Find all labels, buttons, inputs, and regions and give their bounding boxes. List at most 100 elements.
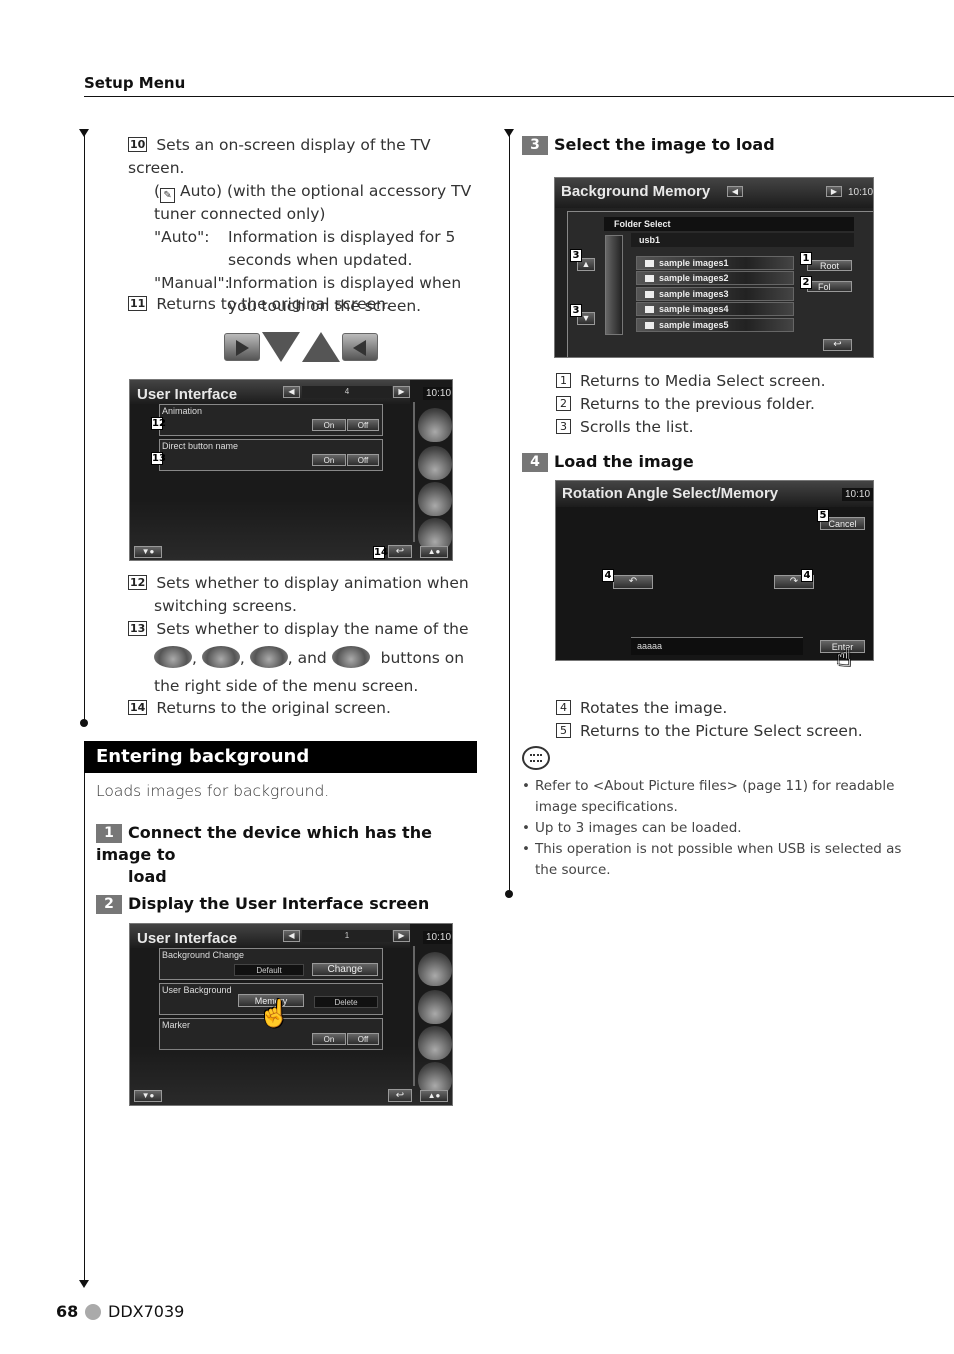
folder-icon [645,260,654,267]
item-10: 10 Sets an on-screen display of the TV sc… [128,136,472,315]
media-menu-icon[interactable] [418,446,452,480]
triangle-up-icon [302,332,340,362]
callout-3: 3 [570,249,582,262]
speaker-menu-icon[interactable] [418,1026,452,1060]
step-1: 1 Connect the device which has the image … [96,823,432,886]
screen-background-memory: Background Memory ◀ ▶ 10:10 Folder Selec… [554,177,874,358]
on-button[interactable]: On [312,454,346,466]
callout-number: 11 [128,296,148,311]
change-button[interactable]: Change [312,963,378,976]
note-item: Up to 3 images can be loaded. [522,818,922,839]
clock: 10:10 [848,187,874,198]
folder-item[interactable]: sample images5 [636,318,794,332]
next-button[interactable]: ▶ [826,186,842,197]
pointing-hand-icon: ☝ [258,998,291,1028]
delete-button[interactable]: Delete [314,996,378,1008]
folder-icon [645,275,654,282]
callout-number: 10 [128,137,148,152]
section-title: Entering background [84,741,477,773]
scroll-down-button[interactable]: ▼● [134,1090,162,1102]
folder-icon [645,306,654,313]
callout-1: 1 [800,252,812,265]
folder-up-button[interactable]: Fol [807,281,852,292]
setting-row-background-change: Background Change Default Change [159,948,383,980]
off-button[interactable]: Off [347,419,379,431]
scrollbar[interactable] [605,235,623,335]
rotate-left-icon: ↶ [628,576,638,587]
filename-field: aaaaa [631,637,803,655]
callout-4: 4 [801,569,813,582]
callout-number: 12 [128,575,148,590]
wrench-icon: ✎ [160,188,176,203]
nav-icons-row [224,332,378,362]
prev-page-button[interactable]: ◀ [283,386,300,398]
on-button[interactable]: On [312,1033,346,1045]
folder-item[interactable]: sample images3 [636,287,794,301]
page-indicator: 1 [302,930,392,942]
flow-arrow-end-icon [79,1280,89,1288]
flow-line-2 [84,773,85,1281]
callout-2: 2 [800,276,812,289]
item-12: 12 Sets whether to display animation when… [128,574,469,615]
model-name: DDX7039 [108,1302,185,1321]
next-page-button[interactable]: ▶ [393,386,410,398]
off-button[interactable]: Off [347,1033,379,1045]
media-menu-icon [201,646,240,668]
scroll-down-button[interactable]: ▼● [134,546,162,558]
page-indicator: 4 [302,386,392,398]
folder-item[interactable]: sample images4 [636,302,794,316]
step3-items: 1 Returns to Media Select screen. 2 Return… [556,370,916,439]
step-4: 4 Load the image [522,451,694,473]
item-14: 14 Returns to the original screen. [128,699,391,717]
callout-number: 13 [128,621,148,636]
folder-icon [645,291,654,298]
callout-3: 3 [570,304,582,317]
default-button[interactable]: Default [234,964,304,976]
current-folder: usb1 [631,233,854,247]
rotate-right-icon: ↷ [789,576,799,587]
item-11: 11 Returns to the original screen. [128,295,391,313]
screen-title: User Interface [137,386,238,403]
folder-select-label: Folder Select [604,217,854,231]
rotate-left-button[interactable]: ↶ [613,575,653,589]
scroll-up-button[interactable]: ▲● [420,546,448,558]
prev-button[interactable]: ◀ [727,186,743,197]
return-button[interactable]: ↩ [823,339,852,351]
callout-4: 4 [602,569,614,582]
play-right-icon [224,333,260,361]
setup-menu-icon [331,646,370,668]
on-button[interactable]: On [312,419,346,431]
note-item: This operation is not possible when USB … [522,839,922,881]
return-button[interactable]: ↩ [388,1089,412,1102]
callout-5: 5 [817,509,829,522]
callout-14: 14 [373,546,388,559]
media-menu-icon[interactable] [418,990,452,1024]
screen-user-interface-1: User Interface ◀ 1 ▶ 10:10 Background Ch… [129,923,453,1106]
notes-list: Refer to <About Picture files> (page 11)… [522,776,922,881]
flow-line-right [509,135,510,893]
footer-dot-icon [85,1304,101,1320]
note-item: Refer to <About Picture files> (page 11)… [522,776,922,818]
screen-title: Background Memory [561,183,711,200]
display-menu-icon[interactable] [418,408,452,442]
folder-item[interactable]: sample images1 [636,256,794,270]
scroll-up-button[interactable]: ▲● [420,1090,448,1102]
next-page-button[interactable]: ▶ [393,930,410,942]
flow-end-dot [80,719,88,727]
return-button[interactable]: ↩ [388,545,412,558]
callout-12: 12 [151,417,166,430]
prev-page-button[interactable]: ◀ [283,930,300,942]
folder-item[interactable]: sample images2 [636,271,794,285]
triangle-down-icon [262,332,300,362]
root-button[interactable]: Root [807,260,852,271]
clock: 10:10 [842,488,873,501]
folder-icon [645,322,654,329]
callout-number: 14 [128,700,148,715]
display-menu-icon [154,646,192,668]
off-button[interactable]: Off [347,454,379,466]
screen-rotation-angle: Rotation Angle Select/Memory 10:10 Cance… [555,480,874,661]
speaker-menu-icon [249,646,288,668]
display-menu-icon[interactable] [418,952,452,986]
screen-title: User Interface [137,930,238,947]
speaker-menu-icon[interactable] [418,482,452,516]
